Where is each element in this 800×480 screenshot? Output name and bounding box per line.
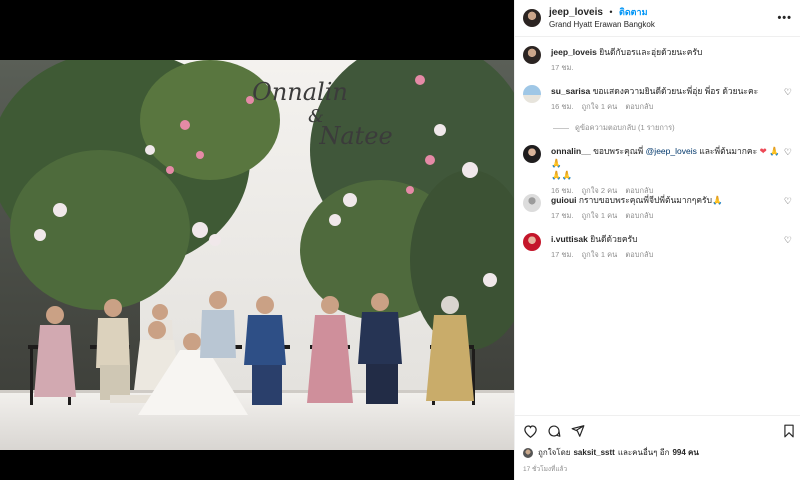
- comment-text: กราบขอบพระคุณพี่จีปพี่ต้นมากๆครับ🙏: [578, 195, 723, 205]
- comment-mention-link[interactable]: @jeep_loveis: [646, 146, 697, 156]
- reply-button[interactable]: ตอบกลับ: [625, 102, 653, 111]
- comment-username[interactable]: onnalin__: [551, 146, 591, 156]
- commenter-avatar[interactable]: [523, 194, 541, 212]
- post-location[interactable]: Grand Hyatt Erawan Bangkok: [549, 19, 655, 31]
- likes-prefix: ถูกใจโดย: [538, 448, 571, 457]
- post-action-bar: [515, 415, 800, 442]
- comment-emoji-line2: 🙏🙏: [551, 170, 573, 180]
- comment-likes[interactable]: ถูกใจ 1 คน: [582, 102, 618, 111]
- commenter-avatar[interactable]: [523, 233, 541, 251]
- view-replies-label: ดูข้อความตอบกลับ (1 รายการ): [575, 123, 675, 132]
- share-icon[interactable]: [571, 424, 585, 438]
- comment-username[interactable]: guioui: [551, 195, 577, 205]
- author-avatar[interactable]: [523, 9, 541, 27]
- media-letterbox: [0, 450, 514, 480]
- comment-likes[interactable]: ถูกใจ 1 คน: [582, 250, 618, 259]
- heart-icon[interactable]: [523, 424, 538, 438]
- caption-username[interactable]: jeep_loveis: [551, 47, 597, 57]
- comment-time[interactable]: 17 ชม.: [551, 211, 574, 220]
- liker-avatar[interactable]: [523, 447, 533, 458]
- liker-username[interactable]: saksit_sstt: [573, 448, 614, 457]
- like-comment-heart-icon[interactable]: ♡: [784, 147, 792, 158]
- like-comment-heart-icon[interactable]: ♡: [784, 235, 792, 246]
- caption: jeep_loveis ยินดีกับอรและอุ่ยด้วยนะครับ …: [523, 46, 792, 74]
- likes-mid: และคนอื่นๆ อีก: [617, 448, 670, 457]
- caption-text: ยินดีกับอรและอุ่ยด้วยนะครับ: [599, 47, 703, 57]
- like-comment-heart-icon[interactable]: ♡: [784, 196, 792, 207]
- follow-button[interactable]: ติดตาม: [619, 7, 648, 17]
- backdrop-name-2: Natee: [318, 122, 392, 150]
- comment-item: su_sarisa ขอแสดงความยินดีด้วยนะพี่อุ่ย พ…: [523, 85, 792, 113]
- reply-button[interactable]: ตอบกลับ: [625, 250, 653, 259]
- backdrop-name-1: Onnalin: [252, 78, 348, 106]
- reply-button[interactable]: ตอบกลับ: [625, 211, 653, 220]
- comment-item: guioui กราบขอบพระคุณพี่จีปพี่ต้นมากๆครับ…: [523, 194, 792, 222]
- likes-count[interactable]: 994 คน: [672, 446, 698, 459]
- post-side-panel: jeep_loveis • ติดตาม Grand Hyatt Erawan …: [514, 0, 800, 480]
- comment-text-continued: และพี่ต้นมากคะ: [699, 146, 758, 156]
- comment-username[interactable]: su_sarisa: [551, 86, 590, 96]
- comment-time[interactable]: 16 ชม.: [551, 102, 574, 111]
- commenter-avatar[interactable]: [523, 145, 541, 163]
- caption-avatar[interactable]: [523, 46, 541, 64]
- post-media: Onnalin & Natee: [0, 0, 514, 480]
- likes-summary: ถูกใจโดย saksit_sstt และคนอื่นๆ อีก 994 …: [523, 446, 699, 459]
- comment-text: ขอแสดงความยินดีด้วยนะพี่อุ่ย พี่อร ด้วยน…: [592, 86, 759, 96]
- like-comment-heart-icon[interactable]: ♡: [784, 87, 792, 98]
- post-header: jeep_loveis • ติดตาม Grand Hyatt Erawan …: [515, 0, 800, 37]
- comment-time[interactable]: 17 ชม.: [551, 250, 574, 259]
- comment-username[interactable]: i.vuttisak: [551, 234, 588, 244]
- comment-emoji: ❤: [759, 146, 767, 156]
- more-options-icon[interactable]: •••: [777, 12, 792, 24]
- comment-item: i.vuttisak ยินดีด้วยครับ 17 ชม. ถูกใจ 1 …: [523, 233, 792, 261]
- comment-likes[interactable]: ถูกใจ 1 คน: [582, 211, 618, 220]
- comment-text: ยินดีด้วยครับ: [590, 234, 638, 244]
- comment-text: ขอบพระคุณพี่: [593, 146, 644, 156]
- wedding-photo[interactable]: Onnalin & Natee: [0, 60, 514, 450]
- post-timestamp[interactable]: 17 ชั่วโมงที่แล้ว: [523, 464, 567, 474]
- view-replies-button[interactable]: ดูข้อความตอบกลับ (1 รายการ): [553, 122, 675, 134]
- header-separator: •: [609, 7, 613, 17]
- comment-icon[interactable]: [547, 424, 561, 438]
- comment-item: onnalin__ ขอบพระคุณพี่ @jeep_loveis และพ…: [523, 145, 792, 197]
- replies-divider: [553, 127, 569, 129]
- bookmark-icon[interactable]: [783, 424, 795, 438]
- author-username[interactable]: jeep_loveis: [549, 7, 603, 18]
- caption-time[interactable]: 17 ชม.: [551, 63, 574, 72]
- commenter-avatar[interactable]: [523, 85, 541, 103]
- comments-list[interactable]: jeep_loveis ยินดีกับอรและอุ่ยด้วยนะครับ …: [515, 37, 800, 415]
